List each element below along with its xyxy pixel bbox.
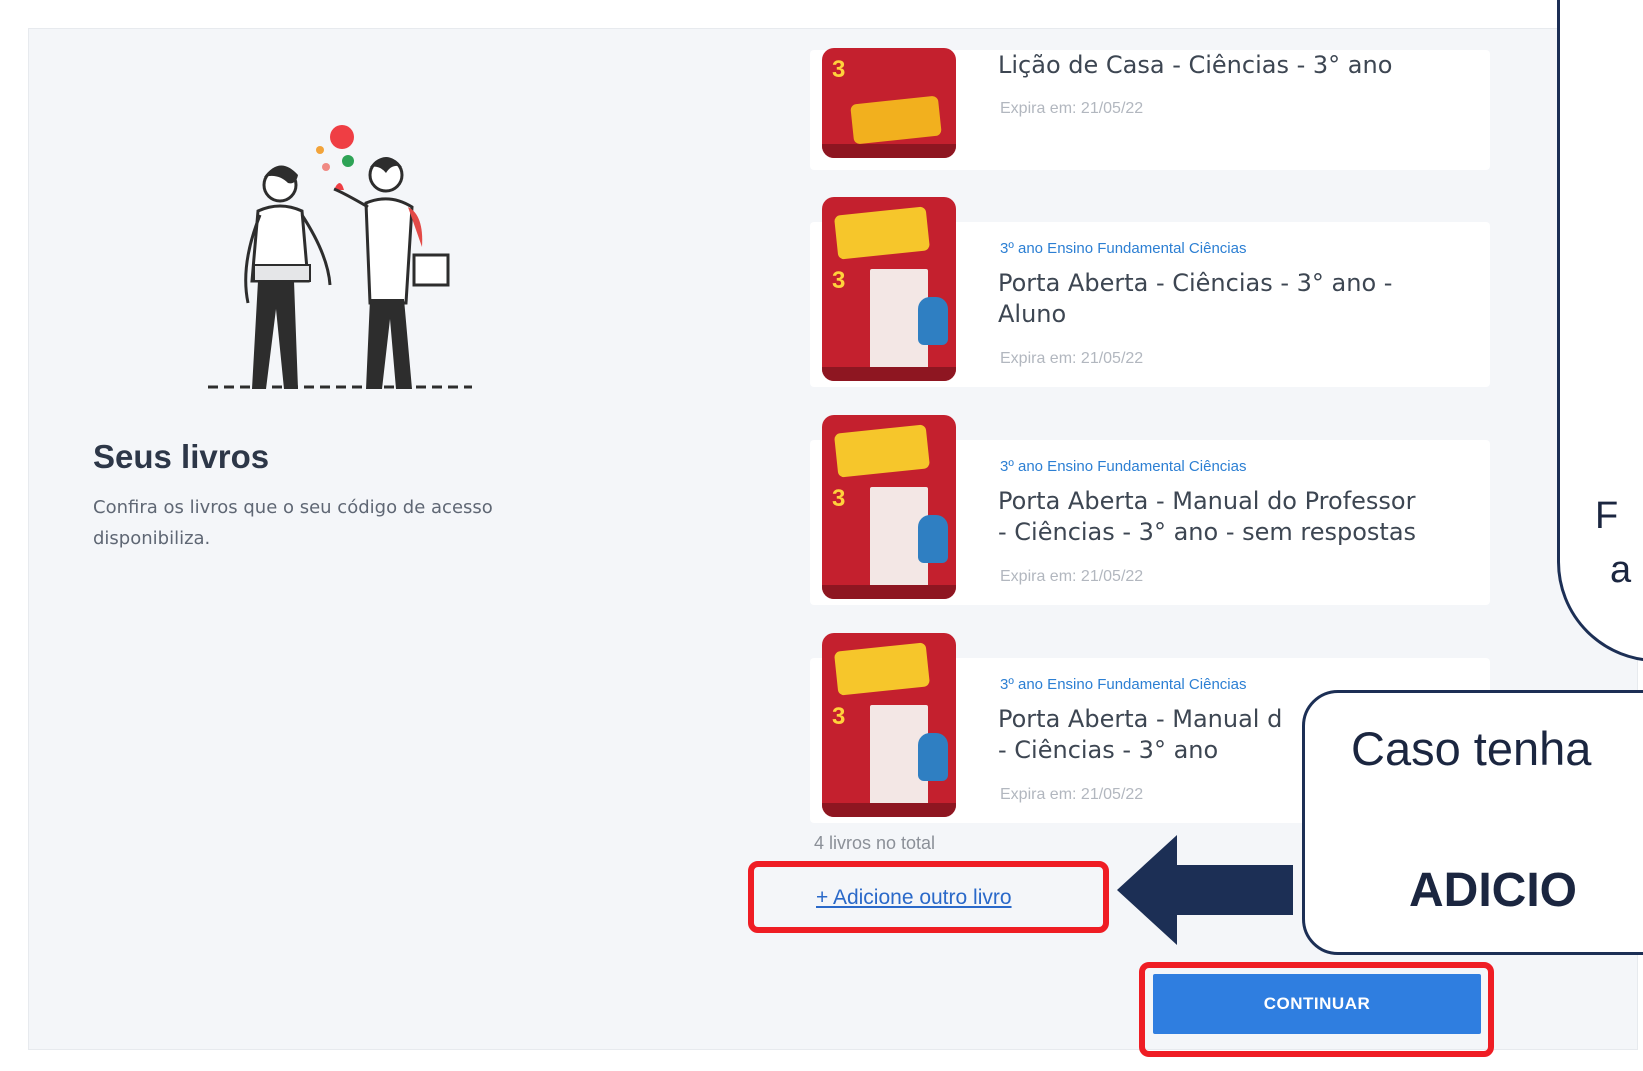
cover-number: 3 <box>832 703 846 730</box>
cover-strip <box>822 803 956 817</box>
callout-line2: ADICIO <box>1409 864 1577 917</box>
book-expiry: Expira em: 21/05/22 <box>1000 568 1144 585</box>
book-title: Lição de Casa - Ciências - 3° ano <box>998 51 1393 79</box>
cover-strip <box>822 144 956 158</box>
callout-fragment-a: a <box>1610 549 1632 591</box>
cover-number: 3 <box>832 56 846 83</box>
left-arrow-icon <box>1117 835 1293 945</box>
cover-kid <box>918 297 948 345</box>
book-cover: 3 <box>822 633 956 817</box>
cover-banner <box>833 206 931 260</box>
callout-box-bottom: Caso tenha ADICIO <box>1302 690 1643 955</box>
cover-kid <box>918 733 948 781</box>
cover-banner <box>833 424 931 478</box>
book-expiry: Expira em: 21/05/22 <box>1000 350 1144 367</box>
continue-highlight <box>1139 962 1494 1057</box>
book-category: 3º ano Ensino Fundamental Ciências <box>1000 676 1247 693</box>
add-link-highlight <box>748 861 1109 933</box>
book-cover: 3 <box>822 197 956 381</box>
cover-number: 3 <box>832 267 846 294</box>
callout-box-top: F a <box>1557 0 1643 662</box>
book-cover: 3 <box>822 415 956 599</box>
book-expiry: Expira em: 21/05/22 <box>1000 786 1144 803</box>
book-expiry: Expira em: 21/05/22 <box>1000 100 1144 117</box>
cover-banner <box>833 642 931 696</box>
book-category: 3º ano Ensino Fundamental Ciências <box>1000 458 1247 475</box>
book-title: Porta Aberta - Ciências - 3° ano - <box>998 269 1393 297</box>
cover-kid <box>918 515 948 563</box>
book-category: 3º ano Ensino Fundamental Ciências <box>1000 240 1247 257</box>
cover-number: 3 <box>832 485 846 512</box>
books-total: 4 livros no total <box>814 833 936 853</box>
book-title: Porta Aberta - Manual d <box>998 705 1283 733</box>
two-people-illustration <box>208 125 472 389</box>
cover-strip <box>822 367 956 381</box>
book-title-line2: - Ciências - 3° ano <box>998 736 1219 764</box>
book-cover: 3 <box>822 48 956 158</box>
section-description: Confira os livros que o seu código de ac… <box>93 497 493 549</box>
callout-line1: Caso tenha <box>1351 722 1592 775</box>
book-title: Porta Aberta - Manual do Professor <box>998 487 1416 515</box>
callout-fragment-f: F <box>1595 495 1619 537</box>
book-title-line2: - Ciências - 3° ano - sem respostas <box>998 518 1417 546</box>
cover-banner <box>850 95 942 145</box>
cover-strip <box>822 585 956 599</box>
book-title-line2: Aluno <box>998 300 1067 328</box>
section-title: Seus livros <box>93 438 270 475</box>
